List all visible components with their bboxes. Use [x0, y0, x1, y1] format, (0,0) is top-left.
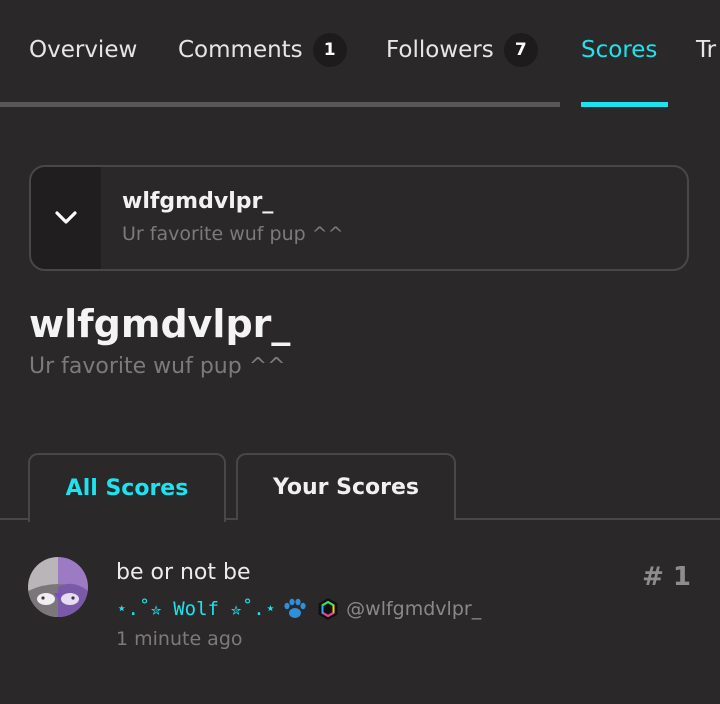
tab-overview[interactable]: Overview — [29, 30, 137, 70]
page: Overview Comments 1 Followers 7 Scores T… — [0, 0, 720, 704]
tab-all-scores[interactable]: All Scores — [28, 453, 226, 522]
score-entry-user[interactable]: ⋆.˚✮ Wolf ✮˚.⋆ @wlfgmdvlpr_ — [116, 594, 481, 624]
tab-your-scores[interactable]: Your Scores — [236, 453, 456, 520]
paw-icon — [284, 598, 306, 618]
tab-overview-label: Overview — [29, 37, 138, 63]
tab-truncated[interactable]: Tr — [696, 30, 716, 70]
tab-all-scores-label: All Scores — [65, 476, 189, 501]
chevron-down-icon — [55, 211, 77, 224]
page-subtitle: Ur favorite wuf pup ^^ — [29, 354, 286, 379]
tab-your-scores-label: Your Scores — [272, 475, 420, 500]
collapse-toggle-button[interactable] — [31, 167, 101, 269]
followers-count-badge: 7 — [503, 33, 538, 67]
avatar[interactable] — [28, 557, 88, 617]
tab-followers[interactable]: Followers 7 — [386, 30, 538, 70]
page-title: wlfgmdvlpr_ — [29, 302, 291, 346]
tab-truncated-label: Tr — [696, 37, 717, 63]
tab-comments-label: Comments — [178, 37, 303, 63]
tab-track — [0, 102, 560, 107]
active-tab-indicator — [581, 102, 668, 107]
tab-scores-label: Scores — [581, 37, 658, 63]
card-title: wlfgmdvlpr_ — [122, 189, 274, 214]
wolf-avatar-icon — [28, 557, 88, 617]
tab-scores[interactable]: Scores — [581, 30, 657, 70]
score-entry-title[interactable]: be or not be — [116, 560, 251, 585]
score-entry-timestamp: 1 minute ago — [116, 628, 243, 650]
user-display-name[interactable]: ⋆.˚✮ Wolf ✮˚.⋆ — [116, 598, 276, 620]
verified-badge-icon — [318, 598, 338, 620]
comments-count-badge: 1 — [312, 33, 347, 67]
tab-followers-label: Followers — [386, 37, 494, 63]
card-subtitle: Ur favorite wuf pup ^^ — [122, 223, 344, 245]
score-rank: # 1 — [642, 562, 691, 592]
top-tab-bar: Overview Comments 1 Followers 7 Scores T… — [0, 0, 720, 110]
user-handle[interactable]: @wlfgmdvlpr_ — [346, 598, 481, 620]
tab-comments[interactable]: Comments 1 — [178, 30, 347, 70]
collapsible-header-card: wlfgmdvlpr_ Ur favorite wuf pup ^^ — [29, 165, 689, 271]
